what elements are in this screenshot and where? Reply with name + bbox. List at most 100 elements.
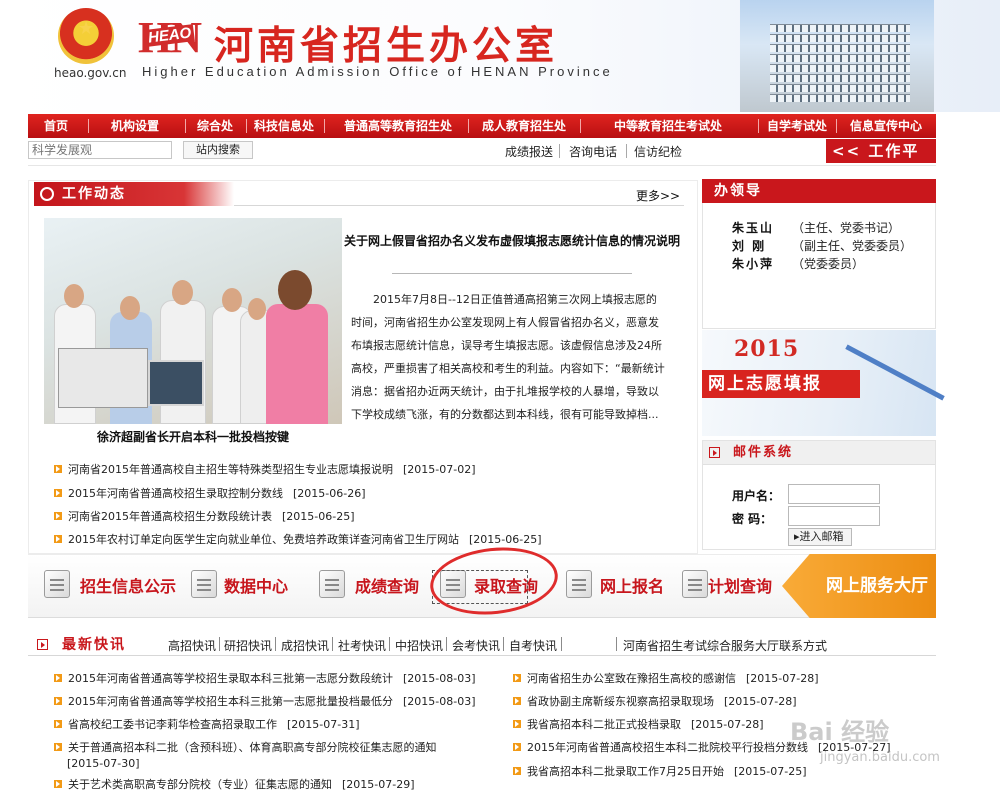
link-petition-discipline[interactable]: 信访纪检 [634, 143, 682, 160]
latest-news-item[interactable]: 我省高招本科二批正式投档录取 [2015-07-28] [513, 716, 764, 732]
arrow-bullet-icon [54, 697, 62, 705]
nav-item-home[interactable]: 首页 [28, 114, 84, 138]
news-item-title[interactable]: 关于艺术类高职高专部分院校（专业）征集志愿的通知 [68, 778, 332, 791]
nav-item-general-office[interactable]: 综合处 [186, 114, 244, 138]
search-button[interactable]: 站内搜索 [183, 141, 253, 159]
arrow-bullet-icon [54, 535, 62, 543]
news-item[interactable]: 河南省2015年普通高校招生分数段统计表 [2015-06-25] [54, 508, 355, 524]
username-label: 用户名： [732, 489, 781, 503]
news-item-title[interactable]: 河南省招生办公室致在豫招生高校的感谢信 [527, 672, 736, 685]
news-item[interactable]: 2015年农村订单定向医学生定向就业单位、免费培养政策详查河南省卫生厅网站 [20… [54, 531, 542, 547]
news-photo[interactable] [44, 218, 342, 424]
link-consult-phone[interactable]: 咨询电话 [569, 143, 617, 160]
news-item-date: [2015-07-25] [734, 765, 807, 778]
article-summary: 2015年7月8日--12日正值普通高招第三次网上填报志愿的时间，河南省招生办公… [351, 293, 665, 421]
arrow-bullet-icon [54, 743, 62, 751]
news-item-date: [2015-06-25] [282, 510, 355, 523]
news-item-title[interactable]: 省政协副主席靳绥东视察高招录取现场 [527, 695, 714, 708]
news-item-title[interactable]: 河南省2015年普通高校招生分数段统计表 [68, 510, 272, 523]
link-score-report[interactable]: 成绩报送 [505, 143, 553, 160]
service-data-center[interactable]: 数据中心 [224, 573, 288, 597]
service-admission-info[interactable]: 招生信息公示 [80, 573, 176, 597]
nav-item-info-center[interactable]: 信息宣传中心 [838, 114, 934, 138]
arrow-bullet-icon [513, 743, 521, 751]
leader-role: （党委委员） [792, 257, 865, 271]
category-link[interactable]: 中招快讯 [395, 637, 443, 654]
leader-name[interactable]: 刘 刚 [732, 237, 766, 254]
more-link[interactable]: 更多>> [636, 187, 680, 204]
news-item[interactable]: 2015年河南省普通高校招生录取控制分数线 [2015-06-26] [54, 485, 366, 501]
photo-caption[interactable]: 徐济超副省长开启本科一批投档按键 [44, 428, 342, 445]
arrow-bullet-icon [513, 720, 521, 728]
news-item-date: [2015-07-28] [746, 672, 819, 685]
nav-item-organization[interactable]: 机构设置 [90, 114, 180, 138]
online-service-hall-button[interactable]: 网上服务大厅 [782, 554, 936, 618]
news-item-title[interactable]: 关于普通高招本科二批（含预科班）、体育高职高专部分院校征集志愿的通知 [68, 741, 437, 754]
latest-news-item[interactable]: 2015年河南省普通高等学校招生本科三批第一志愿批量投档最低分 [2015-08-… [54, 693, 476, 709]
category-link[interactable]: 社考快讯 [338, 637, 386, 654]
latest-news-item[interactable]: 2015年河南省普通高等学校招生录取本科三批第一志愿分数段统计 [2015-08-… [54, 670, 476, 686]
site-title: 河南省招生办公室 [214, 23, 559, 69]
emblem-star-icon: ★ [78, 18, 95, 39]
service-online-register[interactable]: 网上报名 [600, 573, 664, 597]
category-link[interactable]: 自考快讯 [509, 637, 557, 654]
latest-news-item[interactable]: 省高校纪工委书记李莉华检查高招录取工作 [2015-07-31] [54, 716, 360, 732]
news-item-title[interactable]: 我省高招本科二批录取工作7月25日开始 [527, 765, 724, 778]
arrow-bullet-icon [54, 512, 62, 520]
latest-news-item[interactable]: 关于艺术类高职高专部分院校（专业）征集志愿的通知 [2015-07-29] [54, 776, 415, 792]
nav-item-tech-info[interactable]: 科技信息处 [248, 114, 320, 138]
online-register-icon [566, 570, 592, 598]
banner-title[interactable]: 网上志愿填报 [702, 370, 860, 398]
news-item-title[interactable]: 河南省2015年普通高校自主招生等特殊类型招生专业志愿填报说明 [68, 463, 393, 476]
username-field[interactable] [788, 484, 880, 504]
category-link[interactable]: 研招快讯 [224, 637, 272, 654]
service-plan-query[interactable]: 计划查询 [708, 573, 772, 597]
news-item-title[interactable]: 2015年河南省普通高等学校招生录取本科三批第一志愿分数段统计 [68, 672, 393, 685]
news-item-date: [2015-07-28] [691, 718, 764, 731]
latest-news-item[interactable]: 河南省招生办公室致在豫招生高校的感谢信 [2015-07-28] [513, 670, 819, 686]
enter-mailbox-button[interactable]: ▸进入邮箱 [788, 528, 852, 546]
news-item-date: [2015-07-30] [67, 757, 140, 770]
news-item-title[interactable]: 我省高招本科二批正式投档录取 [527, 718, 681, 731]
news-item-title[interactable]: 2015年河南省普通高等学校招生本科三批第一志愿批量投档最低分 [68, 695, 393, 708]
service-score-query[interactable]: 成绩查询 [355, 573, 419, 597]
site-domain: heao.gov.cn [54, 66, 127, 80]
nav-item-self-study-exam[interactable]: 自学考试处 [758, 114, 836, 138]
news-item[interactable]: 河南省2015年普通高校自主招生等特殊类型招生专业志愿填报说明 [2015-07-… [54, 461, 476, 477]
nav-item-adult-ed-admission[interactable]: 成人教育招生处 [470, 114, 578, 138]
category-link[interactable]: 会考快讯 [452, 637, 500, 654]
nav-item-secondary-ed-exam[interactable]: 中等教育招生考试处 [583, 114, 753, 138]
divider [392, 273, 632, 274]
latest-news-item[interactable]: 省政协副主席靳绥东视察高招录取现场 [2015-07-28] [513, 693, 797, 709]
news-item-title[interactable]: 省高校纪工委书记李莉华检查高招录取工作 [68, 718, 277, 731]
arrow-bullet-icon [513, 767, 521, 775]
service-hall-contact-link[interactable]: 河南省招生考试综合服务大厅联系方式 [623, 637, 827, 654]
work-platform-button[interactable]: << 工作平台 [826, 139, 936, 184]
data-center-icon [191, 570, 217, 598]
leader-name[interactable]: 朱小萍 [732, 255, 774, 272]
news-item-date: [2015-06-26] [293, 487, 366, 500]
news-item-date: [2015-07-29] [342, 778, 415, 791]
latest-news-item[interactable]: 我省高招本科二批录取工作7月25日开始 [2015-07-25] [513, 763, 807, 779]
category-link[interactable]: 高招快讯 [168, 637, 216, 654]
password-field[interactable] [788, 506, 880, 526]
category-link[interactable]: 成招快讯 [281, 637, 329, 654]
news-item-date: [2015-07-31] [287, 718, 360, 731]
baidu-watermark: Bai 经验 [790, 718, 890, 746]
news-item-title[interactable]: 2015年农村订单定向医学生定向就业单位、免费培养政策详查河南省卫生厅网站 [68, 533, 459, 546]
score-query-icon [319, 570, 345, 598]
news-item-title[interactable]: 2015年河南省普通高校招生本科二批院校平行投档分数线 [527, 741, 808, 754]
news-item-date: [2015-07-28] [724, 695, 797, 708]
search-input[interactable] [28, 141, 172, 159]
latest-news-item[interactable]: 关于普通高招本科二批（含预科班）、体育高职高专部分院校征集志愿的通知 [54, 739, 437, 755]
nav-item-higher-ed-admission[interactable]: 普通高等教育招生处 [328, 114, 468, 138]
news-item-title[interactable]: 2015年河南省普通高校招生录取控制分数线 [68, 487, 283, 500]
office-building-image [740, 0, 934, 112]
leader-name[interactable]: 朱玉山 [732, 219, 774, 236]
arrow-bullet-icon [54, 720, 62, 728]
leader-role: （主任、党委书记） [792, 221, 901, 235]
arrow-box-icon [709, 447, 720, 458]
work-news-header: 工作动态 [34, 182, 234, 206]
main-navigation: 首页 机构设置 综合处 科技信息处 普通高等教育招生处 成人教育招生处 中等教育… [28, 114, 936, 138]
article-title[interactable]: 关于网上假冒省招办名义发布虚假填报志愿统计信息的情况说明 [344, 232, 680, 250]
